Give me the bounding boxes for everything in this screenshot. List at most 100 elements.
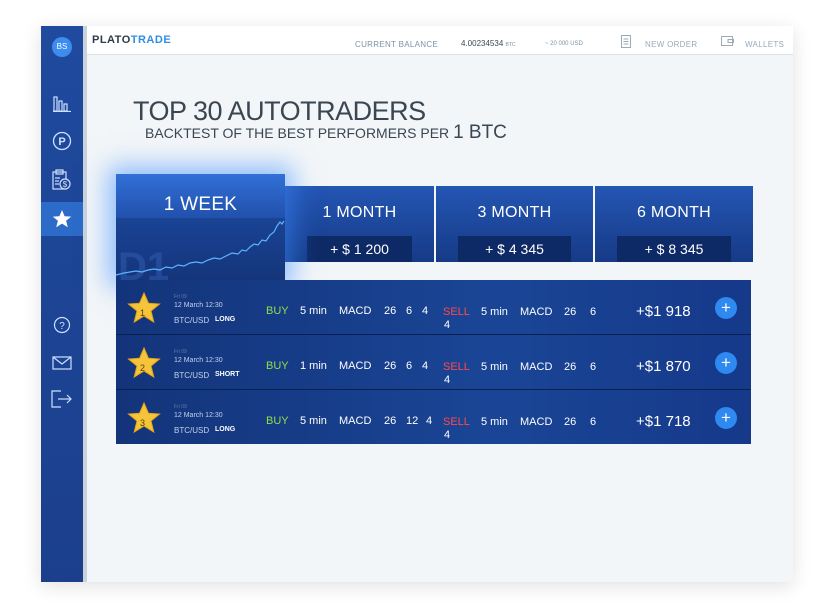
buy-param-2: 6 bbox=[406, 360, 413, 372]
document-icon bbox=[621, 35, 631, 48]
balance-label: CURRENT BALANCE bbox=[355, 40, 439, 49]
buy-param-3: 4 bbox=[422, 305, 429, 317]
sell-interval: 5 min bbox=[481, 306, 508, 318]
logo-part1: PLATO bbox=[92, 34, 131, 46]
page-subtitle: BACKTEST OF THE BEST PERFORMERS PER 1 BT… bbox=[145, 122, 507, 144]
add-autotrader-button[interactable]: + bbox=[715, 407, 737, 429]
top-bar: PLATOTRADE CURRENT BALANCE 4.00234534 BT… bbox=[87, 26, 793, 55]
buy-interval: 5 min bbox=[300, 415, 327, 427]
tab-label: 3 MONTH bbox=[477, 204, 552, 221]
list-item[interactable]: 2 Fri 09 12 March 12:30 BTC/USD SHORT BU… bbox=[116, 335, 751, 389]
sell-param-3: 4 bbox=[444, 374, 451, 386]
sell-param-2: 6 bbox=[590, 416, 597, 428]
sidebar-item-logout[interactable] bbox=[41, 382, 83, 416]
sell-indicator: MACD bbox=[520, 306, 553, 318]
subtitle-text: BACKTEST OF THE BEST PERFORMERS PER bbox=[145, 125, 450, 141]
tab-3-month[interactable]: 3 MONTH + $ 4 345 bbox=[436, 186, 593, 262]
rank-number: 3 bbox=[140, 418, 146, 428]
row-direction: SHORT bbox=[215, 371, 240, 378]
sidebar-item-help[interactable]: ? bbox=[41, 308, 83, 342]
tab-6-month[interactable]: 6 MONTH + $ 8 345 bbox=[595, 186, 753, 262]
sidebar-item-stats[interactable] bbox=[41, 87, 83, 121]
row-day: Fri 09 bbox=[174, 349, 187, 355]
week-sparkline: D1 bbox=[116, 218, 285, 280]
row-day: Fri 09 bbox=[174, 294, 187, 300]
list-item[interactable]: 3 Fri 09 12 March 12:30 BTC/USD LONG BUY… bbox=[116, 390, 751, 444]
mail-icon bbox=[52, 356, 72, 370]
buy-label: BUY bbox=[266, 415, 289, 427]
row-profit: +$1 918 bbox=[636, 303, 691, 320]
sidebar-item-billing[interactable]: $ bbox=[41, 163, 83, 197]
svg-text:P: P bbox=[58, 136, 65, 148]
add-autotrader-button[interactable]: + bbox=[715, 352, 737, 374]
logo[interactable]: PLATOTRADE bbox=[92, 34, 171, 46]
sell-label: SELL bbox=[443, 361, 470, 373]
buy-param-3: 4 bbox=[422, 360, 429, 372]
sell-indicator: MACD bbox=[520, 361, 553, 373]
logout-icon bbox=[51, 390, 72, 408]
p-circle-icon: P bbox=[52, 131, 72, 151]
buy-indicator: MACD bbox=[339, 305, 372, 317]
row-profit: +$1 870 bbox=[636, 358, 691, 375]
star-icon bbox=[52, 210, 72, 228]
subtitle-amount: 1 BTC bbox=[453, 122, 507, 143]
row-day: Fri 09 bbox=[174, 404, 187, 410]
tab-1-week[interactable]: D1 1 WEEK bbox=[116, 174, 285, 280]
list-item[interactable]: 1 Fri 09 12 March 12:30 BTC/USD LONG BUY… bbox=[116, 280, 751, 334]
svg-text:$: $ bbox=[63, 180, 68, 189]
buy-indicator: MACD bbox=[339, 415, 372, 427]
buy-param-1: 26 bbox=[384, 305, 397, 317]
sidebar: BS P $ ? bbox=[41, 26, 83, 582]
tab-watermark: D1 bbox=[118, 245, 169, 280]
sell-label: SELL bbox=[443, 416, 470, 428]
row-pair: BTC/USD bbox=[174, 371, 210, 380]
tab-1-month[interactable]: 1 MONTH + $ 1 200 bbox=[285, 186, 434, 262]
wallets-link[interactable]: WALLETS bbox=[745, 40, 784, 49]
tab-value: + $ 8 345 bbox=[617, 236, 731, 262]
sell-interval: 5 min bbox=[481, 416, 508, 428]
buy-indicator: MACD bbox=[339, 360, 372, 372]
sell-indicator: MACD bbox=[520, 416, 553, 428]
sidebar-item-plato[interactable]: P bbox=[41, 124, 83, 158]
app-window: BS P $ ? PLATOTRADE CURRENT BALANCE 4.00… bbox=[41, 26, 793, 582]
logo-part2: TRADE bbox=[130, 34, 172, 46]
sell-param-2: 6 bbox=[590, 361, 597, 373]
sell-param-3: 4 bbox=[444, 429, 451, 441]
buy-param-2: 12 bbox=[406, 415, 419, 427]
rank-number: 2 bbox=[140, 363, 146, 373]
avatar[interactable]: BS bbox=[52, 37, 72, 57]
row-direction: LONG bbox=[215, 426, 236, 433]
sell-interval: 5 min bbox=[481, 361, 508, 373]
bar-chart-icon bbox=[53, 96, 71, 112]
row-pair: BTC/USD bbox=[174, 426, 210, 435]
buy-label: BUY bbox=[266, 360, 289, 372]
new-order-link[interactable]: NEW ORDER bbox=[645, 40, 697, 49]
add-autotrader-button[interactable]: + bbox=[715, 297, 737, 319]
tab-label: 1 WEEK bbox=[163, 194, 238, 215]
buy-param-2: 6 bbox=[406, 305, 413, 317]
balance-usd: ~ 20 000 USD bbox=[545, 41, 583, 47]
sell-param-3: 4 bbox=[444, 319, 451, 331]
buy-param-3: 4 bbox=[426, 415, 433, 427]
row-date: 12 March 12:30 bbox=[174, 412, 223, 419]
svg-text:?: ? bbox=[59, 321, 65, 332]
sidebar-item-autotraders[interactable] bbox=[41, 202, 83, 236]
balance-amount: 4.00234534 bbox=[461, 39, 504, 48]
row-profit: +$1 718 bbox=[636, 413, 691, 430]
row-pair: BTC/USD bbox=[174, 316, 210, 325]
clipboard-dollar-icon: $ bbox=[52, 169, 71, 190]
question-icon: ? bbox=[53, 316, 71, 334]
wallet-icon bbox=[721, 36, 734, 46]
buy-param-1: 26 bbox=[384, 360, 397, 372]
tab-value: + $ 4 345 bbox=[458, 236, 571, 262]
row-date: 12 March 12:30 bbox=[174, 357, 223, 364]
sell-param-1: 26 bbox=[564, 306, 577, 318]
sell-param-2: 6 bbox=[590, 306, 597, 318]
buy-interval: 1 min bbox=[300, 360, 327, 372]
tab-value: + $ 1 200 bbox=[307, 236, 412, 262]
balance-value: 4.00234534 BTC bbox=[461, 39, 516, 48]
sidebar-item-messages[interactable] bbox=[41, 346, 83, 380]
sell-label: SELL bbox=[443, 306, 470, 318]
sidebar-divider bbox=[83, 26, 87, 582]
tab-label: 1 MONTH bbox=[322, 204, 397, 221]
